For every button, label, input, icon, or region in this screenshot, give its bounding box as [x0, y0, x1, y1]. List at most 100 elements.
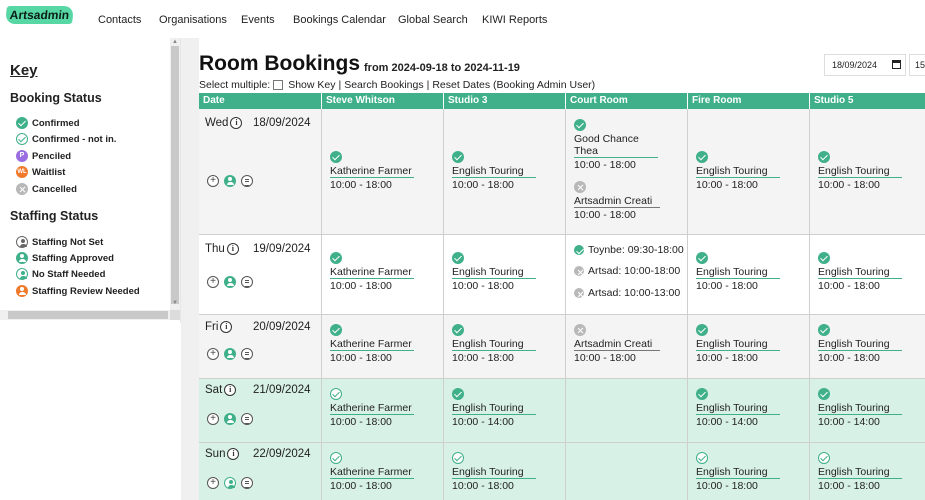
select-multiple-checkbox[interactable] [273, 80, 284, 90]
staff-approved-icon[interactable] [224, 348, 236, 360]
booking-cell[interactable]: English Touring 10:00 - 18:00 [810, 235, 925, 315]
notes-icon[interactable] [241, 477, 253, 489]
booking-item[interactable]: English Touring 10:00 - 18:00 [696, 452, 806, 492]
info-icon[interactable]: i [220, 321, 233, 333]
show-key-link[interactable]: Show Key [288, 79, 335, 91]
booking-item[interactable]: English Touring 10:00 - 18:00 [818, 452, 925, 492]
booking-cell[interactable]: Toynbe: 09:30-18:00 Artsad: 10:00-18:00 … [566, 235, 688, 315]
booking-item[interactable]: English Touring 10:00 - 18:00 [696, 151, 806, 191]
info-icon[interactable]: i [226, 243, 239, 255]
booking-cell[interactable]: English Touring 10:00 - 14:00 [444, 379, 566, 443]
booking-cell[interactable]: English Touring 10:00 - 18:00 [444, 315, 566, 379]
booking-item[interactable]: English Touring 10:00 - 18:00 [818, 252, 925, 292]
date-to-input[interactable]: 15/ [909, 54, 925, 76]
booking-cell[interactable]: Katherine Farmer 10:00 - 18:00 [322, 443, 444, 500]
booking-cell[interactable]: Katherine Farmer 10:00 - 18:00 [322, 379, 444, 443]
reset-dates-link[interactable]: Reset Dates (Booking Admin User) [432, 79, 595, 91]
col-header-fire-room[interactable]: Fire Room [688, 93, 810, 109]
nav-events[interactable]: Events [241, 14, 275, 26]
calendar-icon[interactable] [892, 60, 901, 69]
notes-icon[interactable] [241, 276, 253, 288]
confirmed-not-in-icon [696, 452, 708, 464]
add-booking-icon[interactable]: + [207, 175, 219, 187]
booking-cell[interactable]: English Touring 10:00 - 18:00 [810, 443, 925, 500]
booking-cell[interactable]: Artsadmin Creati 10:00 - 18:00 [566, 315, 688, 379]
booking-item[interactable]: English Touring 10:00 - 14:00 [452, 388, 562, 428]
artsadmin-logo[interactable]: Artsadmin [5, 6, 74, 24]
booking-cell-empty[interactable] [566, 379, 688, 443]
toolbar: Select multiple: Show Key | Search Booki… [199, 79, 595, 91]
booking-cell[interactable]: English Touring 10:00 - 18:00 [444, 443, 566, 500]
booking-cell[interactable]: English Touring 10:00 - 18:00 [444, 109, 566, 235]
booking-cell[interactable]: Katherine Farmer 10:00 - 18:00 [322, 109, 444, 235]
add-booking-icon[interactable]: + [207, 276, 219, 288]
booking-cell[interactable]: Good Chance Thea 10:00 - 18:00 Artsadmin… [566, 109, 688, 235]
sidebar-hscroll-thumb[interactable] [8, 311, 168, 319]
staff-approved-icon[interactable] [224, 276, 236, 288]
booking-cell[interactable]: English Touring 10:00 - 14:00 [810, 379, 925, 443]
booking-cell[interactable]: English Touring 10:00 - 18:00 [444, 235, 566, 315]
toolbar-separator: | [338, 79, 342, 91]
booking-cell[interactable]: English Touring 10:00 - 18:00 [688, 443, 810, 500]
staff-approved-icon[interactable] [224, 175, 236, 187]
booking-item[interactable]: Katherine Farmer 10:00 - 18:00 [330, 324, 440, 364]
col-header-studio-5[interactable]: Studio 5 [810, 93, 925, 109]
notes-icon[interactable] [241, 348, 253, 360]
col-header-court-room[interactable]: Court Room [566, 93, 688, 109]
booking-item[interactable]: English Touring 10:00 - 18:00 [696, 324, 806, 364]
sidebar-scroll-thumb[interactable] [171, 46, 179, 304]
booking-item[interactable]: English Touring 10:00 - 18:00 [696, 252, 806, 292]
booking-item[interactable]: English Touring 10:00 - 14:00 [818, 388, 925, 428]
booking-item[interactable]: English Touring 10:00 - 18:00 [452, 252, 562, 292]
booking-item[interactable]: English Touring 10:00 - 18:00 [818, 324, 925, 364]
add-booking-icon[interactable]: + [207, 413, 219, 425]
scroll-up-arrow-icon[interactable]: ▲ [172, 39, 178, 45]
booking-item[interactable]: Artsadmin Creati 10:00 - 18:00 [574, 181, 684, 221]
info-icon[interactable]: i [227, 448, 240, 460]
sidebar-horizontal-scrollbar[interactable] [0, 310, 180, 320]
booking-item[interactable]: English Touring 10:00 - 18:00 [452, 324, 562, 364]
booking-cell[interactable]: English Touring 10:00 - 18:00 [688, 315, 810, 379]
notes-icon[interactable] [241, 413, 253, 425]
booking-cell[interactable]: English Touring 10:00 - 18:00 [688, 109, 810, 235]
scroll-down-arrow-icon[interactable]: ▼ [172, 300, 178, 306]
add-booking-icon[interactable]: + [207, 477, 219, 489]
booking-item[interactable]: Katherine Farmer 10:00 - 18:00 [330, 151, 440, 191]
nav-global-search[interactable]: Global Search [398, 14, 468, 26]
col-header-steve-whitson[interactable]: Steve Whitson [322, 93, 444, 109]
booking-item[interactable]: English Touring 10:00 - 18:00 [818, 151, 925, 191]
booking-cell[interactable]: English Touring 10:00 - 18:00 [688, 235, 810, 315]
date-from-input[interactable]: 18/09/2024 [824, 54, 906, 76]
booking-item[interactable]: English Touring 10:00 - 14:00 [696, 388, 806, 428]
booking-cell[interactable]: English Touring 10:00 - 18:00 [810, 315, 925, 379]
staff-approved-icon[interactable] [224, 413, 236, 425]
booking-item[interactable]: Good Chance Thea 10:00 - 18:00 [574, 119, 684, 171]
nav-kiwi-reports[interactable]: KIWI Reports [482, 14, 547, 26]
nav-bookings-calendar[interactable]: Bookings Calendar [293, 14, 386, 26]
col-header-studio-3[interactable]: Studio 3 [444, 93, 566, 109]
booking-item[interactable]: English Touring 10:00 - 18:00 [452, 151, 562, 191]
nav-contacts[interactable]: Contacts [98, 14, 141, 26]
booking-cell[interactable]: Katherine Farmer 10:00 - 18:00 [322, 235, 444, 315]
sidebar-vertical-scrollbar[interactable]: ▲ ▼ [170, 38, 180, 310]
booking-item[interactable]: Toynbe: 09:30-18:00 [574, 244, 684, 256]
col-header-date[interactable]: Date [199, 93, 322, 109]
booking-item[interactable]: Katherine Farmer 10:00 - 18:00 [330, 452, 440, 492]
booking-item[interactable]: Katherine Farmer 10:00 - 18:00 [330, 388, 440, 428]
booking-cell[interactable]: English Touring 10:00 - 18:00 [810, 109, 925, 235]
add-booking-icon[interactable]: + [207, 348, 219, 360]
search-bookings-link[interactable]: Search Bookings [344, 79, 423, 91]
booking-item[interactable]: Artsad: 10:00-13:00 [574, 287, 680, 299]
no-staff-needed-icon[interactable] [224, 477, 236, 489]
booking-cell-empty[interactable] [566, 443, 688, 500]
booking-item[interactable]: Artsad: 10:00-18:00 [574, 265, 680, 277]
notes-icon[interactable] [241, 175, 253, 187]
info-icon[interactable]: i [224, 384, 237, 396]
booking-cell[interactable]: Katherine Farmer 10:00 - 18:00 [322, 315, 444, 379]
nav-organisations[interactable]: Organisations [159, 14, 227, 26]
info-icon[interactable]: i [230, 117, 243, 129]
booking-item[interactable]: English Touring 10:00 - 18:00 [452, 452, 562, 492]
booking-item[interactable]: Katherine Farmer 10:00 - 18:00 [330, 252, 440, 292]
booking-item[interactable]: Artsadmin Creati 10:00 - 18:00 [574, 324, 684, 364]
booking-cell[interactable]: English Touring 10:00 - 14:00 [688, 379, 810, 443]
